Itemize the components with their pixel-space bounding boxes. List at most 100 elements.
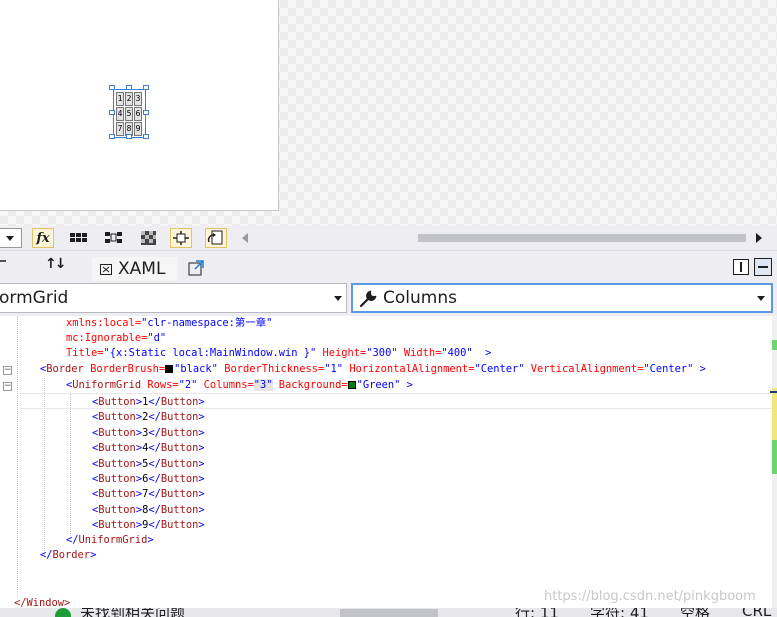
attribute-value: "2" <box>178 379 198 391</box>
code-line-button: <Button>7</Button> <box>92 487 205 502</box>
transparency-button[interactable] <box>138 228 160 248</box>
tag-name: Button <box>160 473 199 485</box>
attribute-name: Width= <box>397 347 442 359</box>
fold-toggle-border[interactable]: − <box>3 366 12 375</box>
grid-view-button[interactable] <box>68 228 90 248</box>
attribute-value: "400" <box>441 347 473 359</box>
caret-position-marker <box>770 391 777 393</box>
code-line: xmlns:local="clr-namespace:第一章" <box>66 316 272 331</box>
element-type-combo[interactable]: ormGrid <box>0 283 347 313</box>
tag-name: Border <box>46 363 84 375</box>
attribute-name: VerticalAlignment= <box>524 363 644 375</box>
attribute-value: "Center" <box>474 363 525 375</box>
tag-bracket: > <box>198 503 205 516</box>
tag-bracket: > <box>693 363 706 375</box>
member-combo-value: Columns <box>383 288 457 308</box>
attribute-name: Background= <box>272 379 348 391</box>
tag-bracket: > <box>198 426 205 439</box>
code-line-button: <Button>4</Button> <box>92 441 205 456</box>
overview-marker <box>772 340 777 350</box>
attribute-name: BorderBrush= <box>83 363 166 375</box>
tag-name: Button <box>98 411 136 424</box>
tag-bracket: </ <box>148 457 161 470</box>
xaml-designer-canvas[interactable]: 1 2 3 4 5 6 7 8 9 <box>0 0 777 226</box>
line-number-status[interactable]: 行: 11 <box>515 608 559 617</box>
code-line: </Border> <box>40 549 97 561</box>
tag-name: Button <box>160 457 199 470</box>
chevron-down-icon <box>334 296 342 301</box>
resize-handle-top-left[interactable] <box>109 85 115 90</box>
snap-grid-icon <box>105 232 122 243</box>
attribute-name: Height= <box>316 347 367 359</box>
tag-bracket: > <box>198 457 205 470</box>
attribute-name: Title= <box>66 347 104 359</box>
scroll-left-icon[interactable] <box>242 233 248 243</box>
scroll-right-icon[interactable] <box>756 233 762 243</box>
issues-status[interactable]: 未找到相关问题 <box>80 608 185 617</box>
code-line-button: <Button>3</Button> <box>92 426 205 441</box>
resize-handle-bottom-left[interactable] <box>109 134 115 139</box>
formula-button[interactable]: fx <box>32 228 54 248</box>
code-line-button: <Button>9</Button> <box>92 518 205 533</box>
tag-bracket: > <box>472 347 492 359</box>
snap-gridlines-button[interactable] <box>103 228 125 248</box>
line-ending-status[interactable]: CRL <box>742 608 771 617</box>
selection-outline <box>113 89 146 138</box>
overview-marker <box>772 388 777 440</box>
tag-name: Button <box>160 426 199 439</box>
tag-bracket: </ <box>148 411 161 424</box>
char-position-status[interactable]: 字符: 41 <box>590 608 649 617</box>
resize-handle-bottom[interactable] <box>126 134 132 139</box>
indent-mode-status[interactable]: 空格 <box>680 608 710 617</box>
attribute-value: "Green" <box>356 379 401 391</box>
tag-name: Button <box>98 503 136 516</box>
code-line-button: <Button>8</Button> <box>92 503 205 518</box>
snap-to-snaplines-button[interactable] <box>170 228 192 248</box>
snapline-icon <box>173 231 189 245</box>
resize-handle-right[interactable] <box>143 110 149 115</box>
tag-bracket: </ <box>148 473 161 485</box>
resize-handle-bottom-right[interactable] <box>143 134 149 139</box>
resize-handle-left[interactable] <box>109 110 115 115</box>
splitter-grip[interactable] <box>0 260 6 262</box>
code-line: mc:Ignorable="d" <box>66 331 166 346</box>
designer-toolbar: fx <box>0 226 777 250</box>
editor-horizontal-scrollbar-thumb[interactable] <box>340 609 438 617</box>
attribute-value: "300" <box>366 347 398 359</box>
overview-marker <box>772 440 777 474</box>
zoom-dropdown[interactable] <box>0 228 22 248</box>
tag-name: Border <box>52 549 91 561</box>
tag-name: Button <box>98 396 136 408</box>
member-combo[interactable]: Columns <box>351 283 773 313</box>
horizontal-split-button[interactable] <box>754 258 772 276</box>
code-line-button: <Button>5</Button> <box>92 457 205 472</box>
indent-guide <box>70 394 71 538</box>
code-line-button: <Button>1</Button> <box>92 395 205 410</box>
tag-bracket: > <box>198 488 205 501</box>
scrollbar-thumb[interactable] <box>418 234 746 242</box>
xaml-code-editor[interactable]: − − xmlns:local="clr-namespace:第一章" mc:I… <box>0 316 772 617</box>
tag-bracket: </ <box>148 426 161 439</box>
vertical-split-button[interactable] <box>733 259 749 275</box>
fold-toggle-uniformgrid[interactable]: − <box>3 382 12 391</box>
project-code-button[interactable] <box>205 228 227 248</box>
attribute-value: "1" <box>324 363 344 375</box>
designer-horizontal-scrollbar[interactable] <box>242 230 768 246</box>
tag-name: Button <box>160 396 199 408</box>
chevron-down-icon <box>757 296 765 301</box>
tag-bracket: </ <box>148 519 161 532</box>
attribute-value: "clr-namespace:第一章" <box>141 317 273 329</box>
tag-bracket: > <box>400 379 413 391</box>
popout-icon[interactable] <box>188 260 204 276</box>
tag-name: Button <box>98 457 136 470</box>
resize-handle-top-right[interactable] <box>143 85 149 90</box>
vertical-split-icon <box>740 262 742 272</box>
tag-name: Button <box>98 488 136 501</box>
swap-panes-button[interactable]: ↑↓ <box>45 256 67 272</box>
grid-icon <box>70 233 87 242</box>
tag-bracket: </ <box>148 442 161 455</box>
tab-xaml[interactable]: XAML <box>92 257 178 281</box>
resize-handle-top[interactable] <box>126 85 132 90</box>
tag-bracket: > <box>198 411 205 424</box>
color-swatch-green <box>347 381 356 389</box>
